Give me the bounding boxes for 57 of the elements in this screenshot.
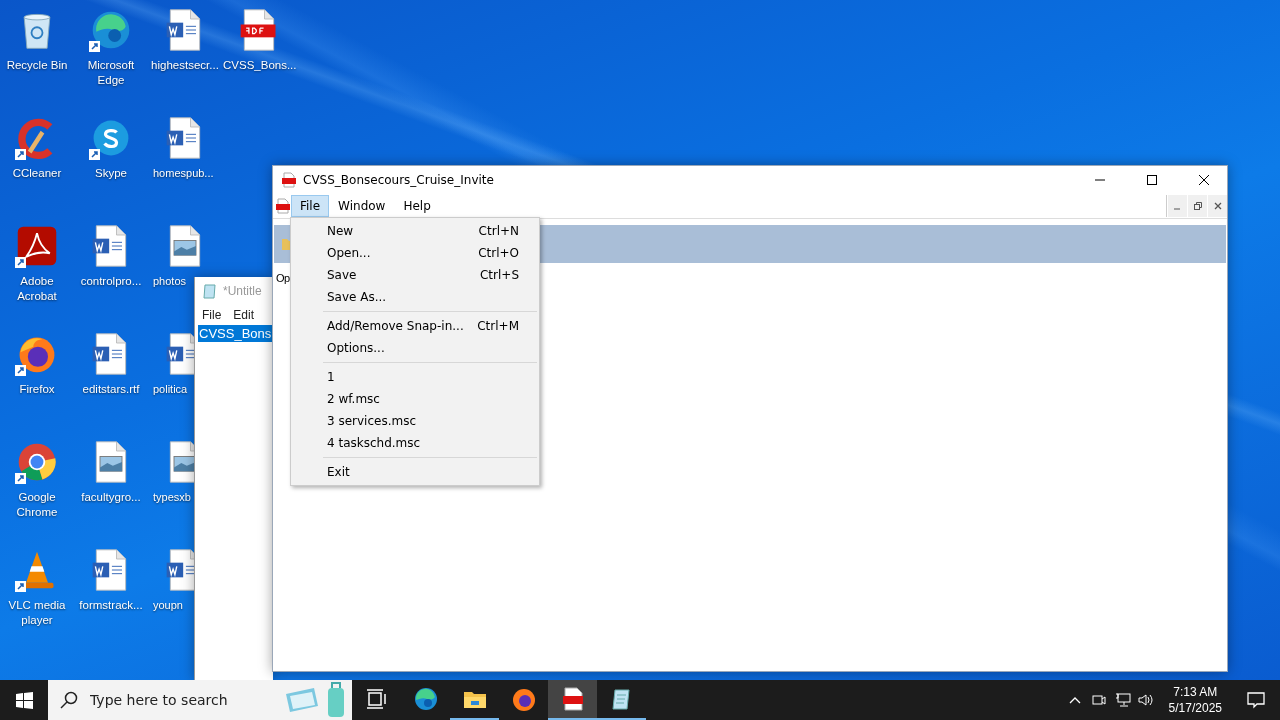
menu-item[interactable]: Add/Remove Snap-in... Ctrl+M	[293, 315, 537, 337]
notification-icon	[1247, 691, 1265, 709]
desktop-icon-label[interactable]: Google Chrome	[1, 490, 73, 520]
desktop-icon-label[interactable]: Adobe Acrobat	[1, 274, 73, 304]
search-field[interactable]: Type here to search	[88, 691, 274, 709]
search-icon	[60, 691, 78, 709]
menu-item[interactable]: Edit	[233, 308, 255, 322]
menu-item[interactable]: Save As...	[293, 286, 537, 308]
menu-item[interactable]: File	[202, 308, 222, 322]
desktop-icon-label[interactable]: VLC media player	[1, 598, 73, 628]
menu-item[interactable]: Help	[394, 195, 440, 217]
windows-logo-icon	[15, 691, 33, 709]
desktop-icon-label[interactable]: facultygro...	[81, 490, 141, 505]
menu-item[interactable]: New Ctrl+N	[293, 220, 537, 242]
desktop-icon-label[interactable]: youpn	[153, 598, 183, 613]
close-button[interactable]	[1208, 195, 1227, 217]
window-title: CVSS_Bonsecours_Cruise_Invite	[303, 173, 495, 187]
desktop-icon-label[interactable]: typesxb	[153, 490, 191, 505]
menu-item[interactable]: Save Ctrl+S	[293, 264, 537, 286]
content-text: Op	[276, 272, 290, 284]
selected-text: CVSS_Bons	[198, 325, 273, 342]
desktop-icon-label[interactable]: highestsecr...	[151, 58, 219, 73]
desktop-icon-label[interactable]: CVSS_Bons...	[223, 58, 295, 73]
menu-item[interactable]: Options...	[293, 337, 537, 359]
notepad-icon	[202, 283, 218, 299]
menu-item[interactable]: Exit	[293, 461, 537, 483]
window-title: *Untitle	[223, 284, 262, 298]
close-icon	[1213, 202, 1222, 210]
desktop-icon-label[interactable]: Firefox	[19, 382, 55, 397]
menu-item[interactable]: 4 taskschd.msc	[293, 432, 537, 454]
menu-item[interactable]: 1	[293, 366, 537, 388]
desktop-icon-label[interactable]: Recycle Bin	[6, 58, 68, 73]
menu-item[interactable]: Window	[329, 195, 395, 217]
pdf-icon	[281, 172, 297, 188]
clock[interactable]: 7:13 AM 5/17/2025	[1158, 684, 1232, 716]
desktop-icon-label[interactable]: Skype	[95, 166, 127, 181]
menu-item[interactable]: 2 wf.msc	[293, 388, 537, 410]
desktop-icon-label[interactable]: editstars.rtf	[82, 382, 140, 397]
edge-icon	[412, 686, 439, 712]
menu-item[interactable]: Open... Ctrl+O	[293, 242, 537, 264]
firefox-icon	[510, 686, 537, 712]
search-bar[interactable]: Type here to search	[48, 680, 352, 720]
maximize-icon	[1147, 175, 1157, 185]
menu-item[interactable]: File	[291, 195, 330, 217]
restore-icon	[1193, 202, 1202, 210]
desktop-icon-label[interactable]: CCleaner	[12, 166, 62, 181]
pdf-icon	[275, 198, 291, 214]
desktop-icon-label[interactable]: formstrack...	[79, 598, 143, 613]
desktop-icon-label[interactable]: homespub...	[153, 166, 214, 181]
taskbar-app-button[interactable]	[548, 680, 597, 720]
menu-item[interactable]: 3 services.msc	[293, 410, 537, 432]
close-icon	[1199, 175, 1209, 185]
desktop-icon-label[interactable]: photos	[153, 274, 187, 289]
desktop-icon-label[interactable]: Microsoft Edge	[75, 58, 147, 88]
desktop-icon-label[interactable]: politica	[153, 382, 188, 397]
restore-button[interactable]	[1188, 195, 1207, 217]
desktop-icon-label[interactable]: controlpro...	[80, 274, 142, 289]
